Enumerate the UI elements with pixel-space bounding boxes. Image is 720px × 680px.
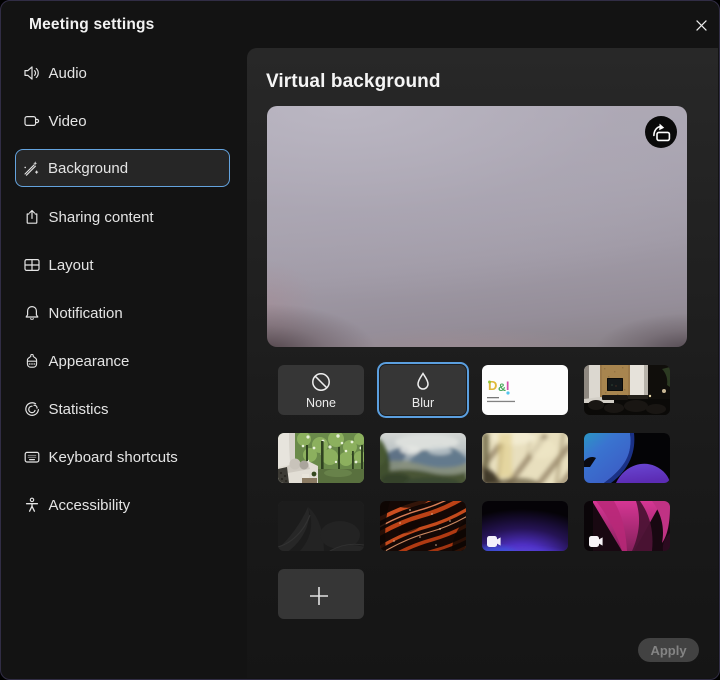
svg-text:I: I bbox=[506, 379, 509, 393]
svg-text:D: D bbox=[488, 378, 497, 393]
svg-text:&: & bbox=[498, 382, 506, 394]
